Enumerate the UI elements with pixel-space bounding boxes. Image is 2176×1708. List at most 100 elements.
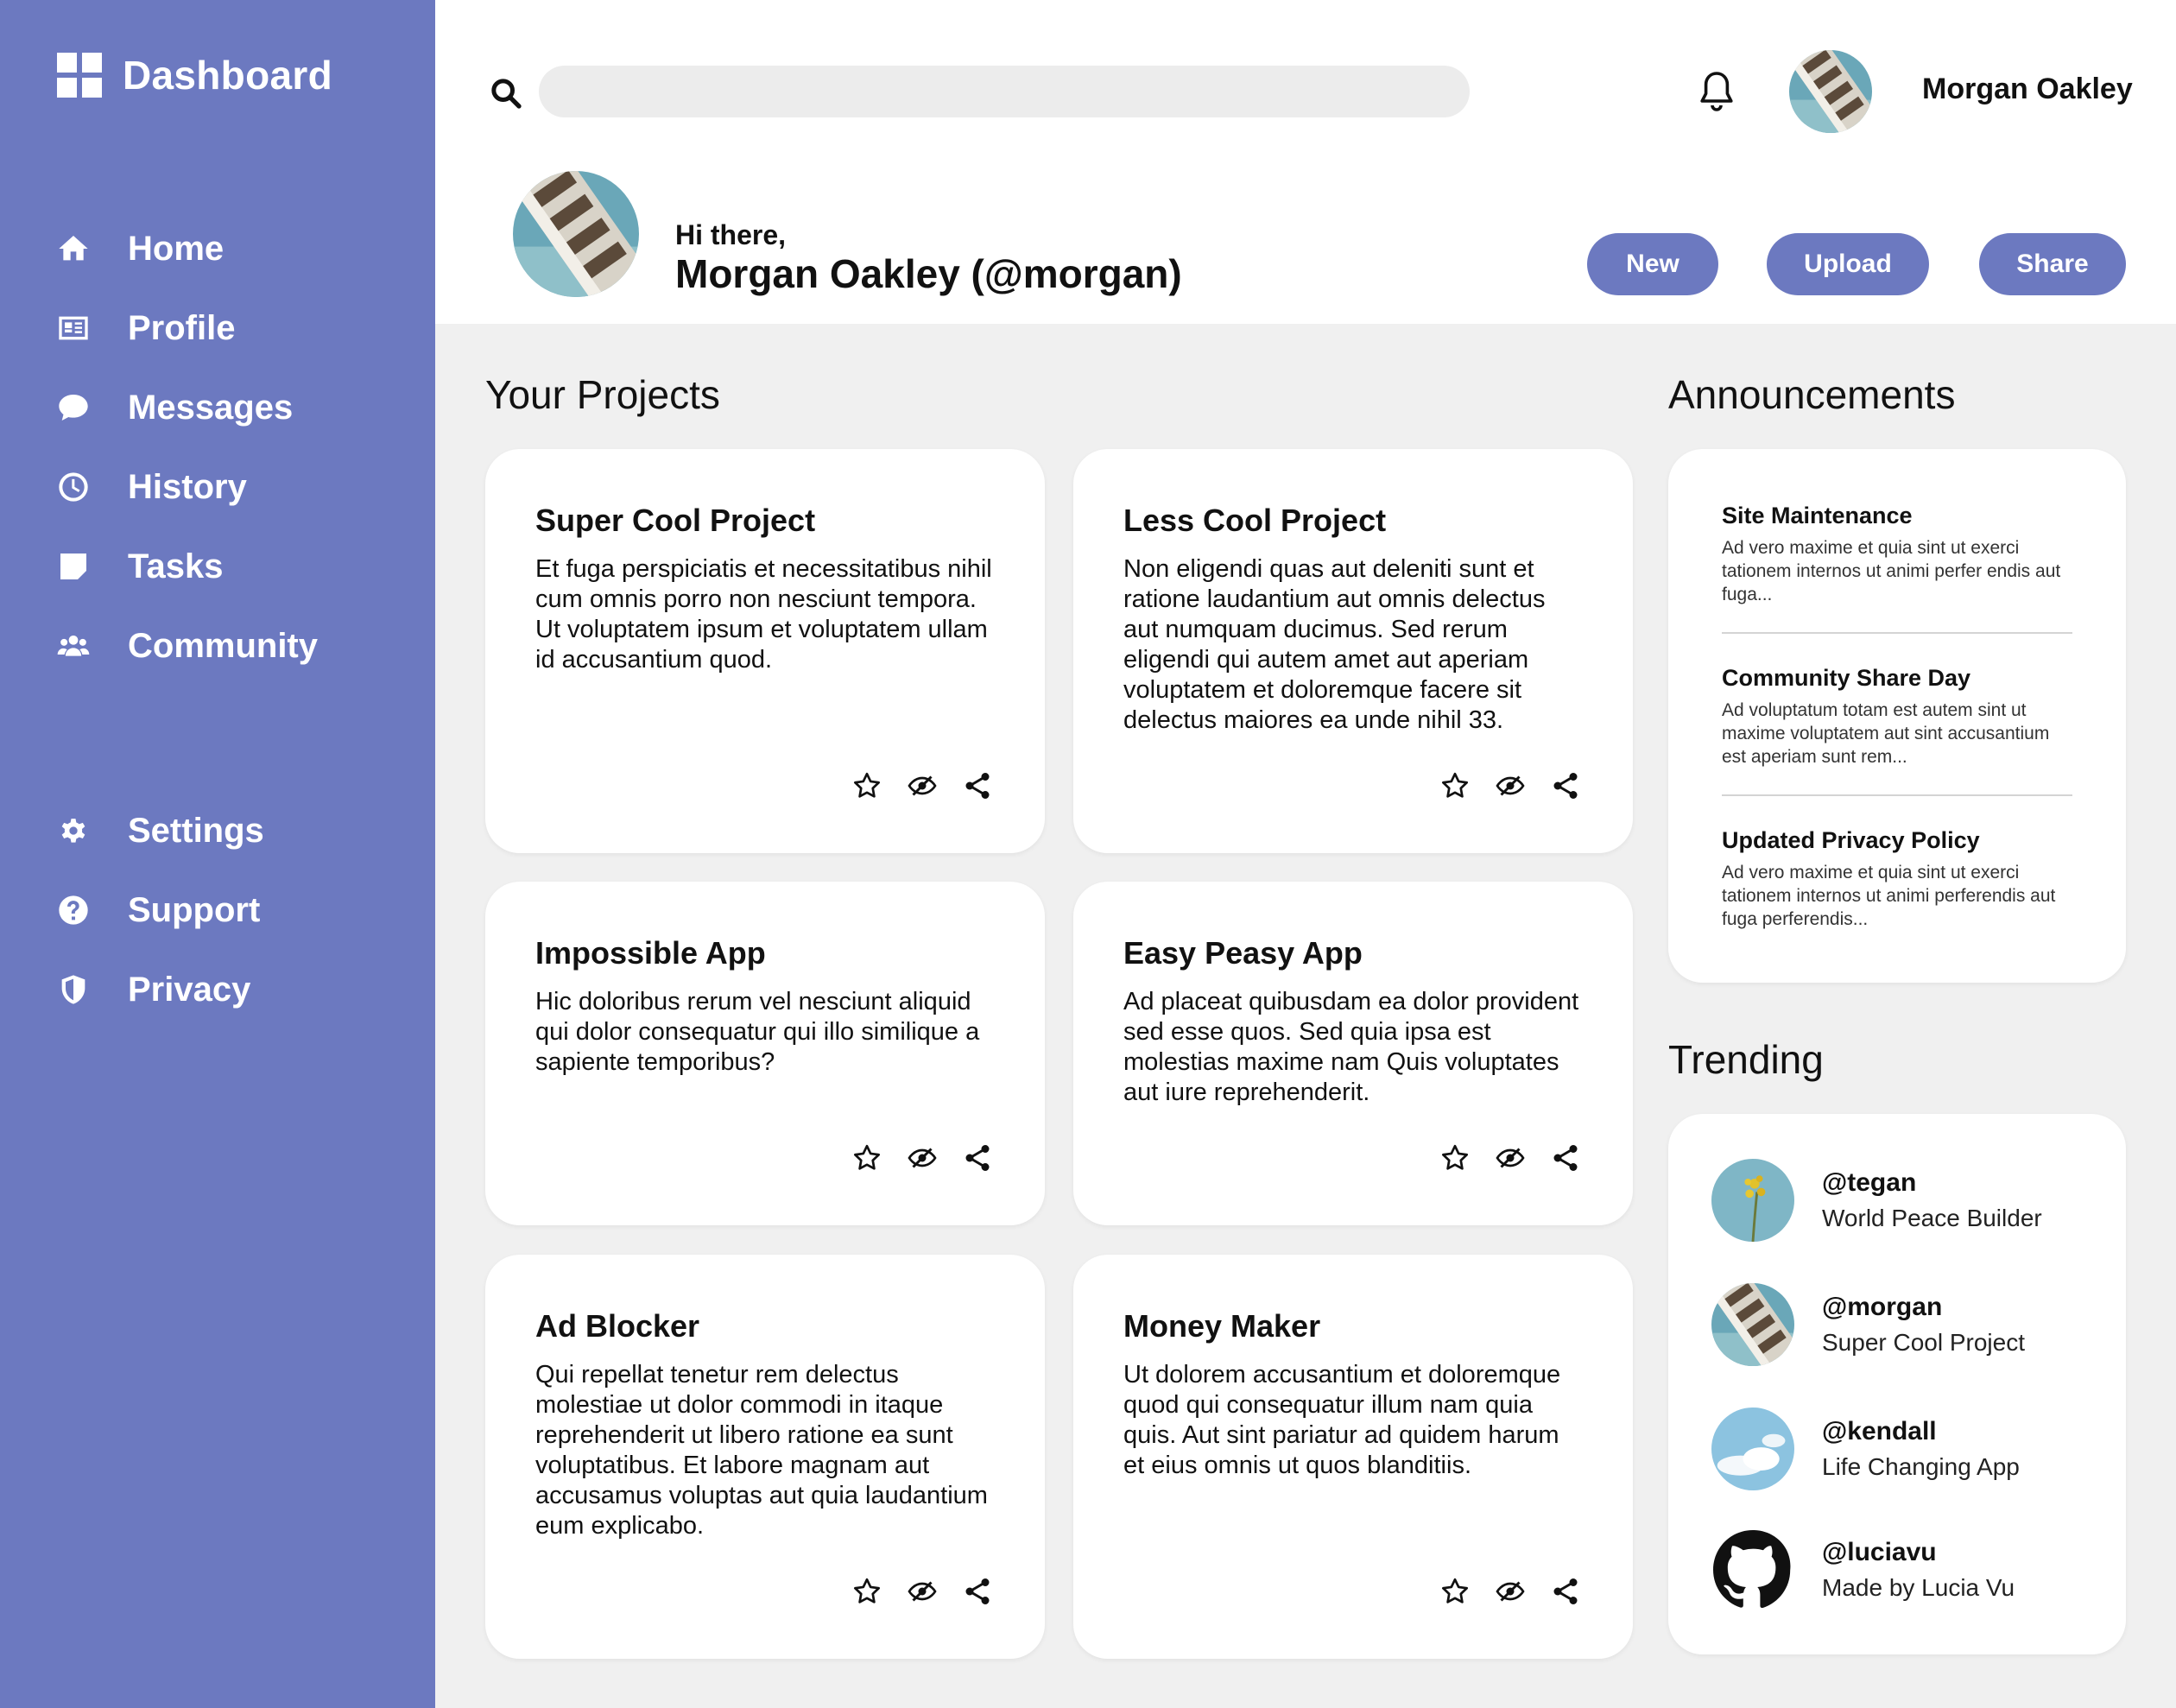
star-icon[interactable] [1439,1576,1471,1607]
header: Morgan Oakley Hi there, Morgan Oakley (@… [435,0,2176,324]
id-card-icon [54,308,93,348]
sidebar-item-label: Privacy [128,970,251,1009]
trending-subtitle: Super Cool Project [1822,1329,2026,1356]
eye-slash-icon[interactable] [1495,1576,1526,1607]
sidebar-item-label: Settings [128,811,264,850]
trending-text: @kendall Life Changing App [1822,1417,2020,1481]
trending-text: @luciavu Made by Lucia Vu [1822,1538,2015,1602]
avatar[interactable] [1789,50,1872,133]
question-icon [54,890,93,930]
sidebar-item-home[interactable]: Home [54,209,416,288]
trending-item[interactable]: @tegan World Peace Builder [1711,1159,2042,1242]
project-card[interactable]: Money Maker Ut dolorem accusantium et do… [1073,1255,1633,1659]
project-card[interactable]: Easy Peasy App Ad placeat quibusdam ea d… [1073,882,1633,1225]
eye-slash-icon[interactable] [907,770,938,801]
page-title: Morgan Oakley (@morgan) [675,251,1182,296]
share-icon[interactable] [962,770,993,801]
eye-slash-icon[interactable] [907,1576,938,1607]
trending-card: @tegan World Peace Builder @morgan Super… [1668,1114,2126,1654]
sidebar-item-profile[interactable]: Profile [54,288,416,368]
share-icon[interactable] [962,1576,993,1607]
announcement-title: Updated Privacy Policy [1722,827,1980,853]
eye-slash-icon[interactable] [1495,1142,1526,1173]
sidebar-item-tasks[interactable]: Tasks [54,527,416,606]
announcement-body: Ad vero maxime et quia sint ut exerci ta… [1722,538,2061,604]
sidebar-item-label: Tasks [128,547,224,585]
sidebar-item-history[interactable]: History [54,447,416,527]
users-icon [54,626,93,666]
share-icon[interactable] [962,1142,993,1173]
profile-avatar [513,171,639,297]
divider [1722,632,2072,634]
announcements-heading: Announcements [1668,372,1956,417]
sidebar-item-community[interactable]: Community [54,606,416,686]
new-button[interactable]: New [1587,233,1718,295]
sidebar-item-label: Community [128,626,318,665]
avatar [1711,1408,1794,1490]
trending-item[interactable]: @kendall Life Changing App [1711,1408,2020,1490]
star-icon[interactable] [1439,1142,1471,1173]
trending-item[interactable]: @morgan Super Cool Project [1711,1283,2025,1366]
announcement-item[interactable]: Updated Privacy Policy Ad vero maxime et… [1722,827,2072,931]
gear-icon [54,811,93,851]
star-icon[interactable] [1439,770,1471,801]
announcement-body: Ad voluptatum totam est autem sint ut ma… [1722,700,2050,767]
brand[interactable]: Dashboard [57,52,332,98]
header-username[interactable]: Morgan Oakley [1922,73,2133,106]
sidebar-item-label: Home [128,229,225,268]
sidebar-item-settings[interactable]: Settings [54,791,416,870]
announcement-item[interactable]: Site Maintenance Ad vero maxime et quia … [1722,503,2072,606]
project-card[interactable]: Ad Blocker Qui repellat tenetur rem dele… [485,1255,1045,1659]
project-card[interactable]: Impossible App Hic doloribus rerum vel n… [485,882,1045,1225]
project-card[interactable]: Less Cool Project Non eligendi quas aut … [1073,449,1633,853]
trending-subtitle: World Peace Builder [1822,1205,2042,1231]
project-card[interactable]: Super Cool Project Et fuga perspiciatis … [485,449,1045,853]
search-input[interactable] [539,66,1470,117]
greeting: Hi there, [675,219,787,250]
trending-handle: @morgan [1822,1293,1943,1321]
divider [1722,794,2072,796]
card-actions [851,770,993,801]
sidebar-item-label: History [128,467,247,506]
project-title: Money Maker [1123,1308,1321,1344]
sticky-note-icon [54,547,93,586]
announcement-title: Community Share Day [1722,665,1971,691]
announcement-title: Site Maintenance [1722,503,1913,528]
star-icon[interactable] [851,1576,882,1607]
search-icon[interactable] [489,76,523,111]
project-title: Super Cool Project [535,503,816,538]
speech-bubble-icon [54,388,93,427]
project-title: Easy Peasy App [1123,935,1363,971]
share-icon[interactable] [1550,770,1581,801]
announcements-card: Site Maintenance Ad vero maxime et quia … [1668,449,2126,983]
bell-icon[interactable] [1696,69,1737,114]
announcement-item[interactable]: Community Share Day Ad voluptatum totam … [1722,665,2072,769]
trending-handle: @luciavu [1822,1538,1937,1566]
trending-text: @morgan Super Cool Project [1822,1293,2025,1357]
sidebar-item-messages[interactable]: Messages [54,368,416,447]
star-icon[interactable] [851,770,882,801]
sidebar-item-privacy[interactable]: Privacy [54,950,416,1029]
home-icon [54,229,93,269]
avatar [1711,1159,1794,1242]
trending-subtitle: Life Changing App [1822,1453,2020,1480]
upload-button[interactable]: Upload [1767,233,1929,295]
sidebar-item-support[interactable]: Support [54,870,416,950]
trending-handle: @kendall [1822,1417,1937,1445]
eye-slash-icon[interactable] [1495,770,1526,801]
share-icon[interactable] [1550,1576,1581,1607]
card-actions [1439,770,1581,801]
card-actions [851,1142,993,1173]
card-actions [1439,1142,1581,1173]
eye-slash-icon[interactable] [907,1142,938,1173]
trending-item[interactable]: @luciavu Made by Lucia Vu [1711,1528,2015,1611]
trending-handle: @tegan [1822,1168,1917,1197]
project-description: Hic doloribus rerum vel nesciunt aliquid… [535,988,980,1076]
announcement-body: Ad vero maxime et quia sint ut exerci ta… [1722,863,2056,929]
card-actions [1439,1576,1581,1607]
project-description: Non eligendi quas aut deleniti sunt et r… [1123,555,1546,734]
share-button[interactable]: Share [1979,233,2126,295]
project-description: Et fuga perspiciatis et necessitatibus n… [535,555,992,674]
star-icon[interactable] [851,1142,882,1173]
share-icon[interactable] [1550,1142,1581,1173]
